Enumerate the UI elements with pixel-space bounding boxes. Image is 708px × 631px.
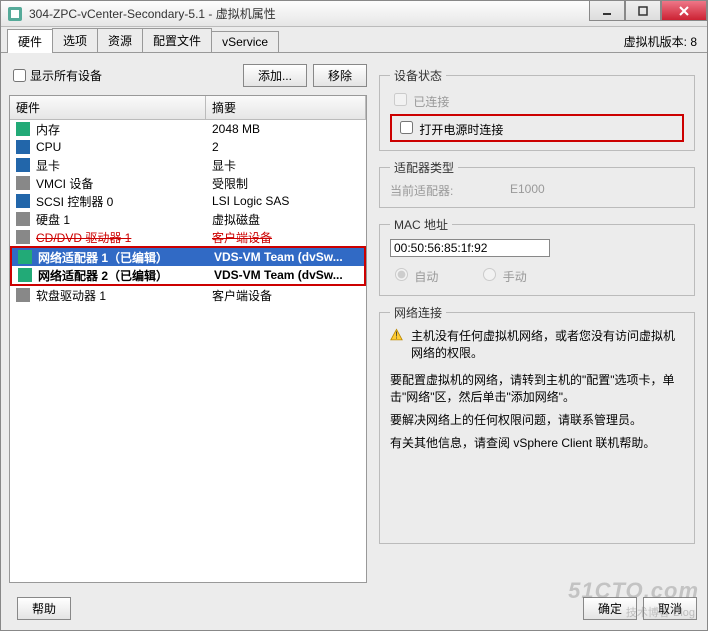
titlebar[interactable]: 304-ZPC-vCenter-Secondary-5.1 - 虚拟机属性 (1, 1, 707, 27)
device-icon (16, 140, 30, 154)
mac-address-group: MAC 地址 自动 手动 (379, 216, 695, 296)
network-help-1: 要配置虚拟机的网络，请转到主机的"配置"选项卡，单击"网络"区，然后单击"添加网… (390, 371, 684, 405)
device-summary: 受限制 (206, 174, 366, 193)
tab-vservice[interactable]: vService (211, 31, 279, 52)
device-icon (16, 288, 30, 302)
connect-at-power-on-checkbox[interactable] (400, 121, 413, 134)
device-summary: VDS-VM Team (dvSw... (208, 249, 364, 265)
device-summary: 2 (206, 139, 366, 155)
hardware-row[interactable]: CD/DVD 驱动器 1 客户端设备 (10, 228, 366, 246)
device-icon (16, 122, 30, 136)
hardware-row[interactable]: VMCI 设备 受限制 (10, 174, 366, 192)
network-connection-legend: 网络连接 (390, 304, 446, 321)
highlight-box: 网络适配器 1（已编辑）VDS-VM Team (dvSw...网络适配器 2（… (10, 246, 366, 286)
hardware-row[interactable]: 内存 2048 MB (10, 120, 366, 138)
watermark-sub: 技术博客 Blog (626, 604, 695, 620)
device-name: VMCI 设备 (36, 175, 93, 192)
device-summary: 虚拟磁盘 (206, 210, 366, 229)
vm-version-label: 虚拟机版本: 8 (624, 33, 697, 50)
hardware-row[interactable]: 硬盘 1 虚拟磁盘 (10, 210, 366, 228)
tab-bar: 硬件 选项 资源 配置文件 vService 虚拟机版本: 8 (1, 27, 707, 53)
adapter-type-group: 适配器类型 当前适配器: E1000 (379, 159, 695, 208)
vm-properties-window: 304-ZPC-vCenter-Secondary-5.1 - 虚拟机属性 硬件… (0, 0, 708, 631)
hardware-row[interactable]: 软盘驱动器 1 客户端设备 (10, 286, 366, 304)
remove-button[interactable]: 移除 (313, 64, 367, 87)
hardware-row[interactable]: CPU 2 (10, 138, 366, 156)
help-button[interactable]: 帮助 (17, 597, 71, 620)
hardware-row[interactable]: 显卡 显卡 (10, 156, 366, 174)
window-title: 304-ZPC-vCenter-Secondary-5.1 - 虚拟机属性 (29, 5, 589, 22)
device-status-group: 设备状态 已连接 打开电源时连接 (379, 67, 695, 151)
current-adapter-value: E1000 (510, 182, 545, 199)
device-name: 软盘驱动器 1 (36, 287, 106, 304)
mac-manual-label: 手动 (503, 270, 527, 284)
device-icon (16, 194, 30, 208)
show-all-devices-label: 显示所有设备 (30, 67, 102, 84)
device-name: 网络适配器 2（已编辑） (38, 267, 168, 284)
device-icon (16, 230, 30, 244)
col-summary[interactable]: 摘要 (206, 96, 366, 119)
mac-address-legend: MAC 地址 (390, 216, 452, 233)
maximize-button[interactable] (625, 1, 661, 21)
mac-manual-radio (483, 268, 496, 281)
device-summary: VDS-VM Team (dvSw... (208, 267, 364, 283)
tab-options[interactable]: 选项 (52, 28, 98, 52)
hardware-row[interactable]: 网络适配器 1（已编辑） VDS-VM Team (dvSw... (12, 248, 364, 266)
svg-text:!: ! (395, 330, 398, 341)
close-button[interactable] (661, 1, 707, 21)
minimize-button[interactable] (589, 1, 625, 21)
network-help-2: 要解决网络上的任何权限问题，请联系管理员。 (390, 411, 684, 428)
tab-resources[interactable]: 资源 (97, 28, 143, 52)
device-status-legend: 设备状态 (390, 67, 446, 84)
mac-address-input[interactable] (390, 239, 550, 257)
mac-auto-label: 自动 (414, 270, 438, 284)
add-button[interactable]: 添加... (243, 64, 307, 87)
warning-icon: ! (390, 327, 403, 343)
device-summary: 显卡 (206, 156, 366, 175)
connected-label: 已连接 (413, 95, 449, 109)
tab-profile[interactable]: 配置文件 (142, 28, 212, 52)
vsphere-icon (7, 6, 23, 22)
col-hardware[interactable]: 硬件 (10, 96, 206, 119)
device-name: CPU (36, 140, 61, 154)
hardware-grid: 硬件 摘要 内存2048 MBCPU2显卡显卡VMCI 设备受限制SCSI 控制… (9, 95, 367, 583)
device-icon (18, 268, 32, 282)
device-summary: LSI Logic SAS (206, 193, 366, 209)
connected-checkbox (394, 93, 407, 106)
grid-body: 内存2048 MBCPU2显卡显卡VMCI 设备受限制SCSI 控制器 0LSI… (10, 120, 366, 304)
network-warning-text: 主机没有任何虚拟机网络，或者您没有访问虚拟机网络的权限。 (411, 327, 684, 361)
tab-hardware[interactable]: 硬件 (7, 29, 53, 53)
device-icon (16, 158, 30, 172)
hardware-row[interactable]: SCSI 控制器 0 LSI Logic SAS (10, 192, 366, 210)
device-name: 网络适配器 1（已编辑） (38, 249, 168, 266)
device-icon (16, 212, 30, 226)
device-icon (16, 176, 30, 190)
network-connection-group: 网络连接 ! 主机没有任何虚拟机网络，或者您没有访问虚拟机网络的权限。 要配置虚… (379, 304, 695, 544)
current-adapter-label: 当前适配器: (390, 182, 510, 199)
mac-auto-radio (395, 268, 408, 281)
adapter-type-legend: 适配器类型 (390, 159, 458, 176)
device-name: CD/DVD 驱动器 1 (36, 229, 131, 246)
device-summary: 客户端设备 (206, 228, 366, 247)
device-icon (18, 250, 32, 264)
device-summary: 客户端设备 (206, 286, 366, 305)
device-name: 显卡 (36, 157, 60, 174)
connect-at-power-on-label: 打开电源时连接 (419, 123, 503, 137)
hardware-row[interactable]: 网络适配器 2（已编辑） VDS-VM Team (dvSw... (12, 266, 364, 284)
device-name: SCSI 控制器 0 (36, 193, 113, 210)
network-help-3: 有关其他信息，请查阅 vSphere Client 联机帮助。 (390, 434, 684, 451)
device-name: 内存 (36, 121, 60, 138)
show-all-devices-checkbox[interactable] (13, 69, 26, 82)
device-name: 硬盘 1 (36, 211, 70, 228)
watermark: 51CTO.com (568, 578, 699, 604)
device-summary: 2048 MB (206, 121, 366, 137)
